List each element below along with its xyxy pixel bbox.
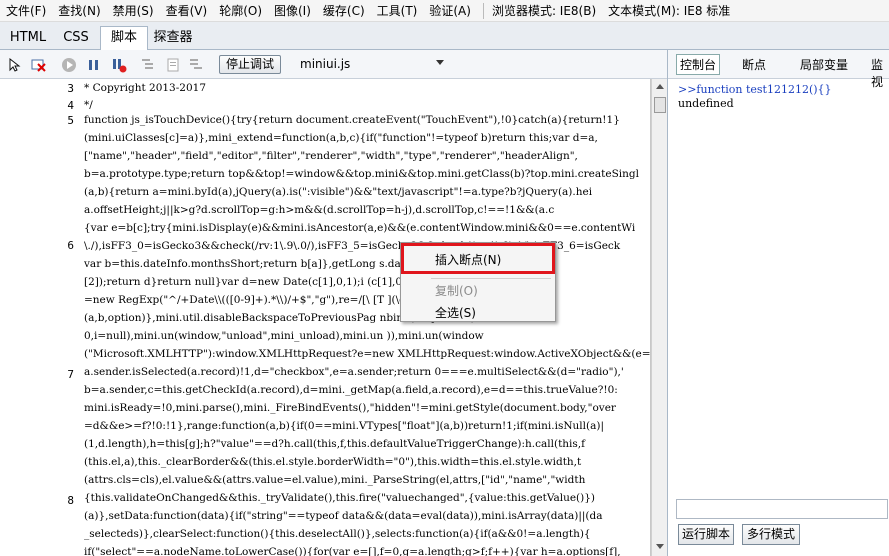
run-script-button[interactable]: 运行脚本 xyxy=(678,524,734,545)
select-element-icon[interactable] xyxy=(6,56,24,74)
code-line[interactable]: (1,d.length),h=this[g];h?"value"==d?h.ca… xyxy=(84,435,650,453)
menu-tools[interactable]: 工具(T) xyxy=(377,2,418,19)
menu-item-insert-breakpoint[interactable]: 插入断点(N) xyxy=(435,251,501,268)
context-menu: 插入断点(N) 复制(O) 全选(S) xyxy=(400,242,556,322)
step-into-icon[interactable] xyxy=(140,56,158,74)
code-line[interactable]: (mini.uiClasses[c]=a)},mini_extend=funct… xyxy=(84,129,650,147)
line-number: 4 xyxy=(67,99,74,112)
code-line[interactable]: (attrs.cls=cls),el.value&&(attrs.value=e… xyxy=(84,471,650,489)
menu-view[interactable]: 查看(V) xyxy=(166,2,208,19)
console-pane: 控制台 断点 局部变量 监视 >>function test121212(){}… xyxy=(667,50,889,556)
code-line[interactable]: var b=this.dateInfo.monthsShort;return b… xyxy=(84,255,650,273)
scroll-thumb[interactable] xyxy=(654,97,666,113)
script-file-select[interactable]: miniui.js xyxy=(300,57,350,71)
document-mode-menu[interactable]: 文本模式(M): IE8 标准 xyxy=(608,2,730,19)
step-over-icon[interactable] xyxy=(164,56,182,74)
code-line[interactable]: (a,b,option)},mini.util.disableBackspace… xyxy=(84,309,650,327)
stop-debugging-button[interactable]: 停止调试 xyxy=(219,55,281,74)
break-on-error-icon[interactable] xyxy=(110,56,128,74)
tab-breakpoints[interactable]: 断点 xyxy=(742,56,766,73)
code-line[interactable]: if("select"==a.nodeName.toLowerCase()){f… xyxy=(84,543,650,556)
multiline-mode-button[interactable]: 多行模式 xyxy=(742,524,800,545)
right-tab-bar: 控制台 断点 局部变量 监视 xyxy=(668,50,889,89)
line-number-gutter[interactable]: 3 4 5 6 7 8 xyxy=(0,79,80,556)
menu-item-copy[interactable]: 复制(O) xyxy=(435,282,478,299)
menu-outline[interactable]: 轮廓(O) xyxy=(219,2,262,19)
tab-profiler[interactable]: 探查器 xyxy=(150,27,196,50)
menu-find[interactable]: 查找(N) xyxy=(58,2,100,19)
line-number: 7 xyxy=(67,368,74,381)
tab-css[interactable]: CSS xyxy=(56,27,96,50)
code-line[interactable]: (a)},setData:function(data){if("string"=… xyxy=(84,507,650,525)
code-line[interactable]: {this.validateOnChanged&&this._tryValida… xyxy=(84,489,650,507)
menu-cache[interactable]: 缓存(C) xyxy=(323,2,365,19)
menu-file[interactable]: 文件(F) xyxy=(6,2,46,19)
console-output: undefined xyxy=(678,97,734,110)
code-line[interactable]: a.offsetHeight;j||k>g?d.scrollTop=g:h>m&… xyxy=(84,201,650,219)
menu-disable[interactable]: 禁用(S) xyxy=(113,2,154,19)
continue-icon[interactable] xyxy=(60,56,78,74)
menu-bar: 文件(F) 查找(N) 禁用(S) 查看(V) 轮廓(O) 图像(I) 缓存(C… xyxy=(0,0,889,22)
code-line[interactable]: =d&&e>=f?!0:!1},range:function(a,b){if(0… xyxy=(84,417,650,435)
menu-item-select-all[interactable]: 全选(S) xyxy=(435,304,476,321)
code-line[interactable]: function js_isTouchDevice(){try{return d… xyxy=(84,111,650,129)
tab-console[interactable]: 控制台 xyxy=(676,54,721,75)
line-number: 8 xyxy=(67,494,74,507)
step-out-icon[interactable] xyxy=(188,56,206,74)
code-line[interactable]: ["name","header","field","editor","filte… xyxy=(84,147,650,165)
tab-html[interactable]: HTML xyxy=(4,27,52,50)
code-line[interactable]: * Copyright 2013-2017 xyxy=(84,79,650,97)
scroll-down-arrow-icon[interactable] xyxy=(656,544,664,549)
chevron-down-icon[interactable] xyxy=(436,60,444,65)
code-vertical-scrollbar[interactable] xyxy=(651,79,667,556)
console-input-echo: >>function test121212(){} xyxy=(678,83,832,96)
code-line[interactable]: {var e=b[c];try{mini.isDisplay(e)&&mini.… xyxy=(84,219,650,237)
code-line[interactable]: 0,i=null),mini.un(window,"unload",mini_u… xyxy=(84,327,650,345)
menu-images[interactable]: 图像(I) xyxy=(274,2,311,19)
code-line[interactable]: a.sender.isSelected(a.record)!1,d="check… xyxy=(84,363,650,381)
code-line[interactable]: b=a.prototype.type;return top&&top!=wind… xyxy=(84,165,650,183)
code-line[interactable]: b=a.sender,c=this.getCheckId(a.record),d… xyxy=(84,381,650,399)
code-line[interactable]: (this.el,a),this._clearBorder&&(this.el.… xyxy=(84,453,650,471)
console-input-field[interactable] xyxy=(676,499,888,519)
code-line[interactable]: ("Microsoft.XMLHTTP"):window.XMLHttpRequ… xyxy=(84,345,650,363)
tab-watch[interactable]: 监视 xyxy=(871,56,889,90)
pause-icon[interactable] xyxy=(85,56,103,74)
clear-breakpoints-icon[interactable] xyxy=(30,56,48,74)
menu-separator xyxy=(482,2,484,19)
code-line[interactable]: _selecteds)},clearSelect:function(){this… xyxy=(84,525,650,543)
scroll-up-arrow-icon[interactable] xyxy=(656,84,664,89)
devtools-tab-bar: HTML CSS 脚本 探查器 xyxy=(0,22,889,51)
line-number: 3 xyxy=(67,82,74,95)
code-line[interactable]: (a,b){return a=mini.byId(a),jQuery(a).is… xyxy=(84,183,650,201)
line-number: 5 xyxy=(67,114,74,127)
code-line[interactable]: =new RegExp("^/+Date\\(([0-9]+).*\\)/+$"… xyxy=(84,291,650,309)
menu-validate[interactable]: 验证(A) xyxy=(429,2,471,19)
menu-separator xyxy=(431,278,551,279)
tab-locals[interactable]: 局部变量 xyxy=(800,56,848,73)
code-line[interactable]: \./),isFF3_0=isGecko3&&check(/rv:1\.9\.0… xyxy=(84,237,650,255)
code-line[interactable]: [2]);return d}return null}var d=new Date… xyxy=(84,273,650,291)
line-number: 6 xyxy=(67,239,74,252)
code-line[interactable]: mini.isReady=!0,mini.parse(),mini._FireB… xyxy=(84,399,650,417)
tab-script[interactable]: 脚本 xyxy=(100,26,148,51)
browser-mode-menu[interactable]: 浏览器模式: IE8(B) xyxy=(492,2,596,19)
